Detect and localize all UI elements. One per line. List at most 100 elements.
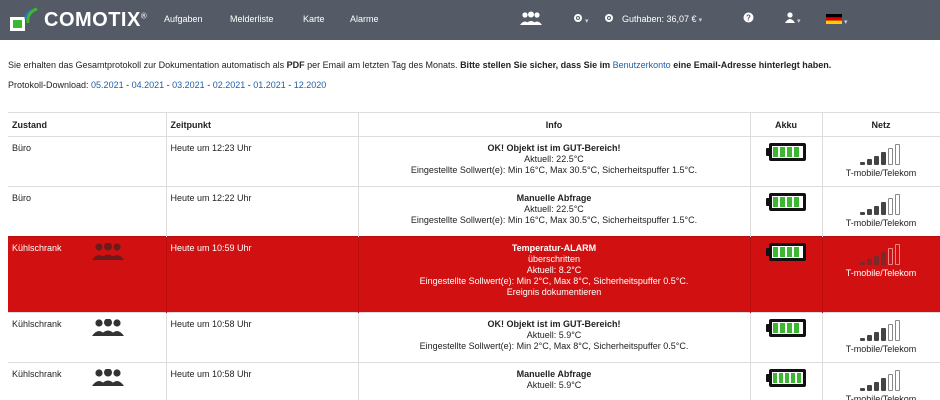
help-icon[interactable]: ? [743,12,754,26]
cell-info: OK! Objekt ist im GUT-Bereich! Aktuell: 5… [358,312,751,363]
cell-network: T-mobile/Telekom [822,362,940,400]
state-label: Kühlschrank [12,243,62,253]
cell-state: Kühlschrank [8,362,167,400]
info-line: Eingestellte Sollwert(e): Min 2°C, Max 8… [419,341,689,351]
battery-terminal [766,324,770,332]
signal-bar [874,256,879,265]
table-row[interactable]: Kühlschrank Heute um 10:58 Uhr Manuelle Ab… [8,362,940,400]
battery-icon [766,143,806,161]
info-line: Aktuell: 22.5°C [524,154,584,164]
battery-cell [791,373,795,383]
battery-terminal [766,198,770,206]
account-link[interactable]: Benutzerkonto [613,60,671,70]
cell-battery [750,362,823,400]
download-link-05-2021[interactable]: 05.2021 [91,80,124,90]
battery-cell [780,247,785,257]
group-icon[interactable] [92,369,124,387]
battery-icon [766,369,806,387]
download-link-02-2021[interactable]: 02.2021 [213,80,246,90]
brand-logo[interactable]: COMOTIX® [8,4,147,36]
download-link-01-2021[interactable]: 01.2021 [253,80,286,90]
users-icon[interactable] [520,11,542,27]
info-title: Manuelle Abfrage [516,369,592,379]
signal-bar [860,338,865,341]
svg-text:?: ? [746,14,751,23]
table-header-row: Zustand Zeitpunkt Info Akku Netz [8,112,940,137]
cell-time: Heute um 10:58 Uhr [166,312,359,363]
signal-bar [867,385,872,391]
credit-balance[interactable]: Guthaben: 36,07 € ▾ [622,14,702,24]
settings-icon[interactable] [604,12,614,26]
battery-cell [787,147,792,157]
credit-balance-text: Guthaben: 36,07 € [622,14,697,24]
battery-cell [773,197,778,207]
battery-cell [773,373,777,383]
download-link-03-2021[interactable]: 03.2021 [172,80,205,90]
protocol-downloads: Protokoll-Download: 05.2021 - 04.2021 - … [8,80,326,90]
cell-state: Kühlschrank [8,312,167,363]
battery-cell [794,147,799,157]
signal-bar [867,159,872,165]
cell-time: Heute um 12:22 Uhr [166,186,359,237]
intro-pdf: PDF [286,60,305,70]
table-row[interactable]: Kühlschrank Heute um 10:58 Uhr OK! Objekt … [8,312,940,363]
battery-cells [773,247,799,257]
battery-cells [773,147,799,157]
state-label: Büro [12,143,32,153]
battery-cell [779,373,783,383]
signal-bar [874,332,879,341]
col-header-info[interactable]: Info [358,112,751,137]
col-header-net[interactable]: Netz [822,112,940,137]
table-row[interactable]: Büro Heute um 12:23 Uhr OK! Objekt ist im … [8,136,940,187]
table-row[interactable]: Büro Heute um 12:22 Uhr Manuelle Abfrage Ak… [8,186,940,237]
user-icon[interactable]: ▾ [785,12,801,26]
battery-cells [773,373,801,383]
download-link-12-2020[interactable]: 12.2020 [294,80,327,90]
flag-de-icon[interactable]: ▾ [826,13,848,27]
signal-bar [860,262,865,265]
col-header-state[interactable]: Zustand [8,112,167,137]
battery-terminal [766,248,770,256]
nav-aufgaben[interactable]: Aufgaben [164,14,203,24]
top-navbar: COMOTIX® Aufgaben Melderliste Karte Alar… [0,0,940,40]
cell-info: Manuelle Abfrage Aktuell: 5.9°C [358,362,751,400]
state-label: Büro [12,193,32,203]
info-title: OK! Objekt ist im GUT-Bereich! [487,143,621,153]
settings-dropdown-icon[interactable]: ▾ [573,12,589,26]
cell-state: Kühlschrank [8,236,167,313]
nav-karte[interactable]: Karte [303,14,325,24]
cell-network: T-mobile/Telekom [822,312,940,363]
col-header-battery[interactable]: Akku [750,112,823,137]
signal-bar [874,156,879,165]
nav-alarme[interactable]: Alarme [350,14,379,24]
network-provider: T-mobile/Telekom [845,394,917,400]
battery-icon [766,319,806,337]
nav-melderliste[interactable]: Melderliste [230,14,274,24]
signal-bar [867,335,872,341]
cell-info: Manuelle Abfrage Aktuell: 22.5°C Eingestel… [358,186,751,237]
battery-cell [797,373,801,383]
signal-bar [881,202,886,215]
battery-cell [780,147,785,157]
document-event-link[interactable]: Ereignis dokumentieren [363,287,746,298]
battery-cell [780,323,785,333]
group-icon[interactable] [92,319,124,337]
col-header-time[interactable]: Zeitpunkt [166,112,359,137]
group-icon[interactable] [92,243,124,261]
table-row-alarm[interactable]: Kühlschrank Heute um 10:59 Uhr Temperatur-… [8,236,940,313]
download-link-04-2021[interactable]: 04.2021 [132,80,165,90]
intro-text-1: Sie erhalten das Gesamtprotokoll zur Dok… [8,60,287,70]
battery-cells [773,323,799,333]
comotix-logo-icon [10,7,38,31]
signal-bar [895,194,900,215]
brand-name: COMOTIX [44,8,141,31]
network-provider: T-mobile/Telekom [845,218,917,228]
battery-cell [773,323,778,333]
signal-bar [895,244,900,265]
signal-bar [860,388,865,391]
battery-terminal [766,374,770,382]
info-title: Temperatur-ALARM [511,243,597,253]
info-line: überschritten [527,254,581,264]
signal-bar [881,252,886,265]
battery-cell [773,247,778,257]
